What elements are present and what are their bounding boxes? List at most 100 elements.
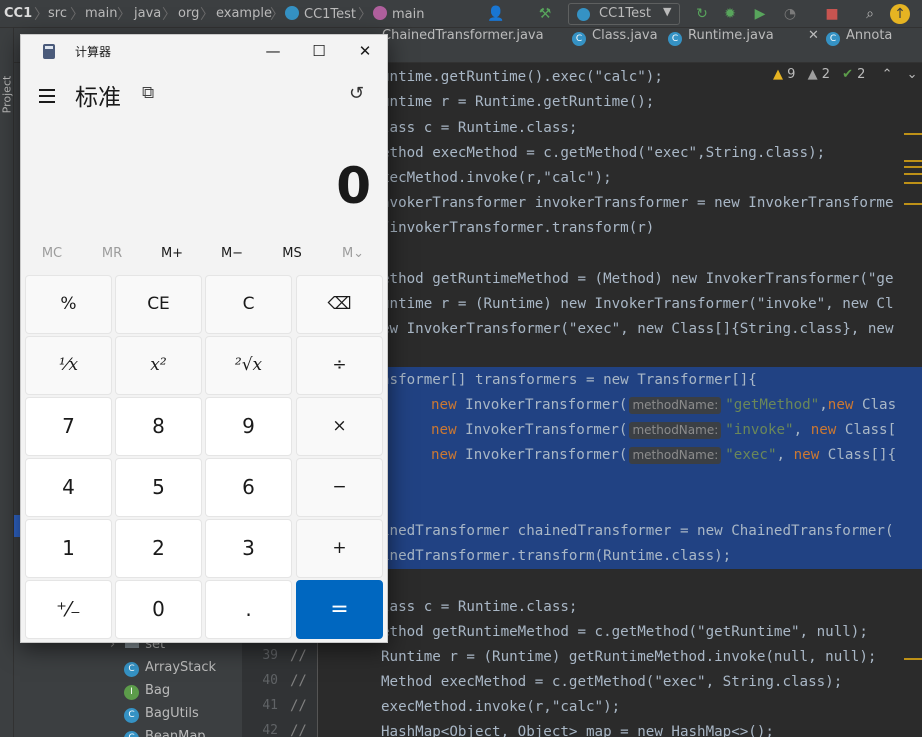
- tree-item-label: BagUtils: [145, 706, 199, 721]
- scroll-marker: [904, 203, 922, 205]
- maximize-button[interactable]: ☐: [296, 35, 342, 67]
- breadcrumb-org[interactable]: org: [178, 6, 199, 21]
- scroll-marker: [904, 133, 922, 135]
- tab-label: Runtime.java: [688, 28, 774, 43]
- square-root-button[interactable]: ²√x: [205, 336, 292, 395]
- breadcrumb-java[interactable]: java: [134, 6, 161, 21]
- code-span: InvokerTransformer(: [456, 447, 628, 463]
- minimize-button[interactable]: —: [250, 35, 296, 67]
- breadcrumb-main[interactable]: main: [85, 6, 117, 21]
- calculator-app-icon: [43, 44, 55, 59]
- interface-icon: I: [124, 685, 139, 700]
- memory-subtract-button[interactable]: M−: [202, 239, 262, 269]
- class-icon: C: [826, 32, 840, 46]
- hamburger-menu-icon[interactable]: [37, 85, 59, 107]
- breadcrumb-method[interactable]: main: [373, 6, 424, 22]
- memory-clear-button[interactable]: MC: [22, 239, 82, 269]
- code-line: nsformer[] transformers = new Transforme…: [381, 372, 757, 388]
- memory-add-button[interactable]: M+: [142, 239, 202, 269]
- digit-8-button[interactable]: 8: [115, 397, 202, 456]
- digit-9-button[interactable]: 9: [205, 397, 292, 456]
- breadcrumb-example[interactable]: example: [216, 6, 272, 21]
- digit-1-button[interactable]: 1: [25, 519, 112, 578]
- profile-icon[interactable]: ◔: [780, 4, 800, 24]
- run-config-dropdown[interactable]: CC1Test ▼: [568, 3, 680, 25]
- tab-runtime[interactable]: C Runtime.java: [668, 28, 774, 62]
- code-line-hint: new InvokerTransformer(methodName: "exec"…: [431, 445, 896, 465]
- memory-store-button[interactable]: MS: [262, 239, 322, 269]
- digit-6-button[interactable]: 6: [205, 458, 292, 517]
- clear-button[interactable]: C: [205, 275, 292, 334]
- memory-list-button[interactable]: M⌄: [323, 239, 383, 269]
- memory-row: MC MR M+ M− MS M⌄: [21, 239, 387, 269]
- code-line: Runtime r = (Runtime) getRuntimeMethod.i…: [381, 649, 877, 665]
- breadcrumb-chevron-icon: 〉: [270, 7, 284, 23]
- code-line: HashMap<Object, Object> map = new HashMa…: [381, 724, 774, 737]
- tree-item[interactable]: C BeanMap: [124, 726, 206, 737]
- breadcrumb-chevron-icon: 〉: [162, 7, 176, 23]
- update-icon[interactable]: ↑: [890, 4, 910, 24]
- backspace-button[interactable]: ⌫: [296, 275, 383, 334]
- decimal-button[interactable]: .: [205, 580, 292, 639]
- inspection-widget[interactable]: ▲ 9 ▲ 2 ✔ 2 ⌃ ⌄: [773, 67, 918, 82]
- weak-warning-icon: ▲: [807, 67, 818, 82]
- breadcrumb-project[interactable]: CC1: [4, 6, 32, 21]
- tree-item[interactable]: C BagUtils: [124, 703, 199, 725]
- digit-2-button[interactable]: 2: [115, 519, 202, 578]
- coverage-icon[interactable]: ▶: [750, 4, 770, 24]
- comment-marker: //: [290, 648, 307, 664]
- close-button[interactable]: ✕: [342, 35, 388, 67]
- tab-label: ChainedTransformer.java: [382, 28, 544, 43]
- subtract-button[interactable]: −: [296, 458, 383, 517]
- keep-on-top-icon[interactable]: ⧉: [142, 83, 154, 103]
- user-icon[interactable]: 👤: [486, 4, 506, 24]
- debug-bug-icon[interactable]: ✹: [720, 4, 740, 24]
- search-icon[interactable]: ⌕: [860, 4, 880, 24]
- build-hammer-icon[interactable]: ⚒: [535, 4, 555, 24]
- equals-button[interactable]: =: [296, 580, 383, 639]
- tab-class[interactable]: C Class.java: [572, 28, 658, 62]
- digit-0-button[interactable]: 0: [115, 580, 202, 639]
- stop-icon[interactable]: ■: [822, 4, 842, 24]
- percent-button[interactable]: %: [25, 275, 112, 334]
- tree-item-label: Bag: [145, 683, 171, 698]
- calculator-header: 标准 ⧉ ↺: [21, 75, 387, 115]
- keyword: new: [793, 447, 820, 463]
- digit-4-button[interactable]: 4: [25, 458, 112, 517]
- tab-label: Class.java: [592, 28, 658, 43]
- line-number: 42: [262, 723, 278, 737]
- tree-item-label: BeanMap: [145, 729, 206, 737]
- comment-marker: //: [290, 723, 307, 737]
- reciprocal-button[interactable]: ¹⁄x: [25, 336, 112, 395]
- divide-button[interactable]: ÷: [296, 336, 383, 395]
- add-button[interactable]: +: [296, 519, 383, 578]
- clear-entry-button[interactable]: CE: [115, 275, 202, 334]
- rerun-icon[interactable]: ↻: [692, 4, 712, 24]
- keyword: new: [827, 397, 854, 413]
- history-icon[interactable]: ↺: [349, 83, 364, 104]
- class-icon: C: [572, 32, 586, 46]
- digit-7-button[interactable]: 7: [25, 397, 112, 456]
- square-button[interactable]: x²: [115, 336, 202, 395]
- breadcrumb-chevron-icon: 〉: [70, 7, 84, 23]
- digit-3-button[interactable]: 3: [205, 519, 292, 578]
- tab-annotation[interactable]: C Annota: [826, 28, 892, 62]
- digit-5-button[interactable]: 5: [115, 458, 202, 517]
- tree-item[interactable]: I Bag: [124, 680, 170, 702]
- project-tool-tab[interactable]: Project: [0, 76, 13, 114]
- keyword: new: [431, 397, 457, 413]
- code-span: InvokerTransformer(: [456, 397, 628, 413]
- multiply-button[interactable]: ×: [296, 397, 383, 456]
- line-number: 39: [262, 648, 278, 663]
- run-config-class-icon: [577, 8, 590, 21]
- calculator-titlebar[interactable]: 计算器 — ☐ ✕: [21, 35, 387, 67]
- negate-button[interactable]: ⁺⁄₋: [25, 580, 112, 639]
- breadcrumb-class[interactable]: CC1Test: [285, 6, 356, 22]
- code-editor[interactable]: ▲ 9 ▲ 2 ✔ 2 ⌃ ⌄ untime.getRuntime().exec…: [318, 63, 922, 737]
- weak-warning-count: 2: [821, 67, 830, 82]
- mode-title: 标准: [75, 85, 121, 111]
- breadcrumb-src[interactable]: src: [48, 6, 67, 21]
- memory-recall-button[interactable]: MR: [82, 239, 142, 269]
- tree-item[interactable]: C ArrayStack: [124, 657, 216, 679]
- tab-chainedtransformer[interactable]: ChainedTransformer.java: [382, 28, 544, 62]
